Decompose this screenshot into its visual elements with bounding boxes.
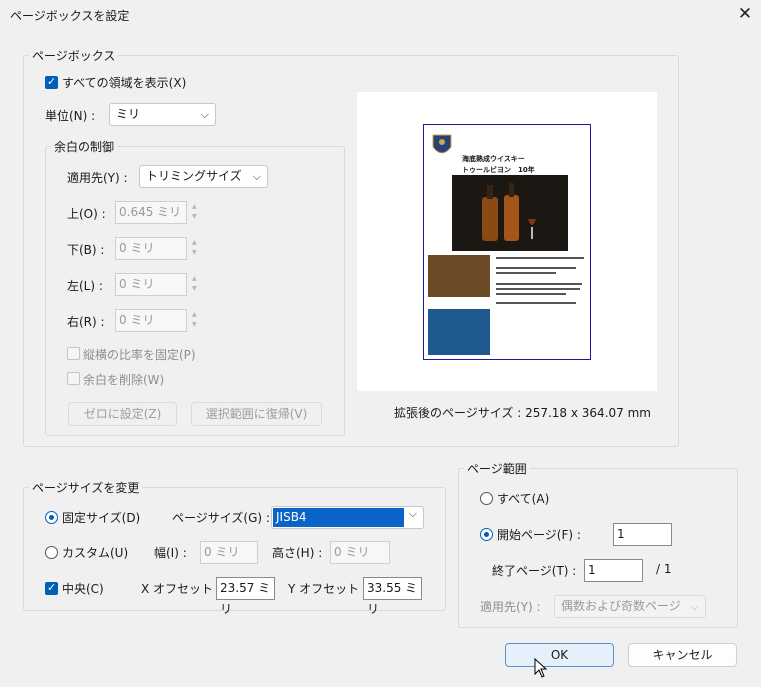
x-offset-input[interactable]: 23.57 ミリ xyxy=(216,577,275,616)
barrels-image xyxy=(428,255,490,297)
remove-margin-checkbox[interactable] xyxy=(67,372,80,385)
apply-to-label: 適用先(Y) : xyxy=(67,171,128,185)
top-margin-spinner[interactable]: ▲ ▼ xyxy=(190,201,202,224)
width-label: 幅(I) : xyxy=(154,546,187,560)
start-page-input[interactable]: 1 xyxy=(613,523,672,546)
preview-heading-1: 海底熟成ウイスキー xyxy=(462,155,525,163)
apply-to-select[interactable]: トリミングサイズ ⌵ xyxy=(139,165,268,188)
preview-text-line xyxy=(496,288,580,290)
y-offset-label: Y オフセット : xyxy=(288,582,368,596)
set-zero-button[interactable]: ゼロに設定(Z) xyxy=(68,402,177,426)
page-size-legend: ページサイズを変更 xyxy=(29,479,143,496)
page-box-legend: ページボックス xyxy=(29,47,119,64)
show-all-checkbox[interactable] xyxy=(45,75,58,89)
height-input[interactable]: 0 ミリ xyxy=(330,541,390,564)
remove-margin-label: 余白を削除(W) xyxy=(83,373,165,387)
close-icon[interactable]: ✕ xyxy=(734,3,756,25)
unit-value: ミリ xyxy=(116,107,141,121)
range-apply-select[interactable]: 偶数および奇数ページ ⌵ xyxy=(554,595,706,618)
left-margin-spinner[interactable]: ▲ ▼ xyxy=(190,273,202,296)
top-margin-label: 上(O) : xyxy=(67,207,106,221)
chevron-down-icon: ⌵ xyxy=(200,108,209,121)
preview-heading-2: トゥールビヨン 10年 xyxy=(462,166,535,174)
chevron-down-icon: ⌵ xyxy=(408,507,417,520)
revert-selection-button[interactable]: 選択範囲に復帰(V) xyxy=(191,402,322,426)
left-margin-input[interactable]: 0 ミリ xyxy=(115,273,187,296)
bottom-margin-spinner[interactable]: ▲ ▼ xyxy=(190,237,202,260)
y-offset-input[interactable]: 33.55 ミリ xyxy=(363,577,422,616)
preview-text-line xyxy=(496,257,584,259)
whisky-bottles-image xyxy=(452,175,568,251)
fixed-size-radio[interactable] xyxy=(45,511,58,524)
crest-logo-icon xyxy=(429,131,455,163)
unit-select[interactable]: ミリ ⌵ xyxy=(109,103,216,126)
range-apply-value: 偶数および奇数ページ xyxy=(561,599,681,613)
x-offset-label: X オフセット : xyxy=(141,582,221,596)
preview-text-line xyxy=(496,283,582,285)
expanded-size-label: 拡張後のページサイズ : 257.18 x 364.07 mm xyxy=(394,406,651,420)
cancel-button[interactable]: キャンセル xyxy=(628,643,737,667)
all-pages-label: すべて(A) xyxy=(497,492,550,506)
unit-label: 単位(N) : xyxy=(45,109,96,123)
keep-ratio-label: 縦横の比率を固定(P) xyxy=(83,348,196,362)
keep-ratio-checkbox[interactable] xyxy=(67,347,80,360)
center-checkbox[interactable] xyxy=(45,581,58,595)
right-margin-spinner[interactable]: ▲ ▼ xyxy=(190,309,202,332)
width-input[interactable]: 0 ミリ xyxy=(200,541,258,564)
height-label: 高さ(H) : xyxy=(272,546,323,560)
ok-button[interactable]: OK xyxy=(505,643,614,667)
end-page-label: 終了ページ(T) : xyxy=(492,564,577,578)
chevron-down-icon: ⌵ xyxy=(252,170,261,183)
start-page-label: 開始ページ(F) : xyxy=(497,528,581,542)
preview-text-line xyxy=(496,293,566,295)
custom-size-radio[interactable] xyxy=(45,546,58,559)
preview-text-line xyxy=(496,267,576,269)
custom-size-label: カスタム(U) xyxy=(62,546,129,560)
left-margin-label: 左(L) : xyxy=(67,279,103,293)
underwater-image xyxy=(428,309,490,355)
fixed-size-label: 固定サイズ(D) xyxy=(62,511,141,525)
margin-legend: 余白の制御 xyxy=(51,138,118,155)
window-title: ページボックスを設定 xyxy=(10,9,130,23)
total-pages-label: / 1 xyxy=(656,562,672,576)
right-margin-label: 右(R) : xyxy=(67,315,105,329)
right-margin-input[interactable]: 0 ミリ xyxy=(115,309,187,332)
all-pages-radio[interactable] xyxy=(480,492,493,505)
page-size-value: JISB4 xyxy=(273,508,404,527)
show-all-label: すべての領域を表示(X) xyxy=(62,76,187,90)
preview-text-line xyxy=(496,302,576,304)
page-size-label: ページサイズ(G) : xyxy=(172,511,270,525)
top-margin-input[interactable]: 0.645 ミリ xyxy=(115,201,187,224)
bottom-margin-label: 下(B) : xyxy=(67,243,105,257)
end-page-input[interactable]: 1 xyxy=(584,559,643,582)
mouse-cursor-icon xyxy=(534,657,548,681)
center-label: 中央(C) xyxy=(62,582,104,596)
page-size-select[interactable]: JISB4 ⌵ xyxy=(271,506,424,529)
start-page-radio[interactable] xyxy=(480,528,493,541)
chevron-down-icon: ⌵ xyxy=(690,600,699,613)
preview-page-sheet: 海底熟成ウイスキー トゥールビヨン 10年 xyxy=(423,124,591,360)
bottom-margin-input[interactable]: 0 ミリ xyxy=(115,237,187,260)
preview-text-line xyxy=(496,272,556,274)
page-range-legend: ページ範囲 xyxy=(464,460,530,477)
range-apply-label: 適用先(Y) : xyxy=(480,600,541,614)
apply-to-value: トリミングサイズ xyxy=(146,169,242,183)
